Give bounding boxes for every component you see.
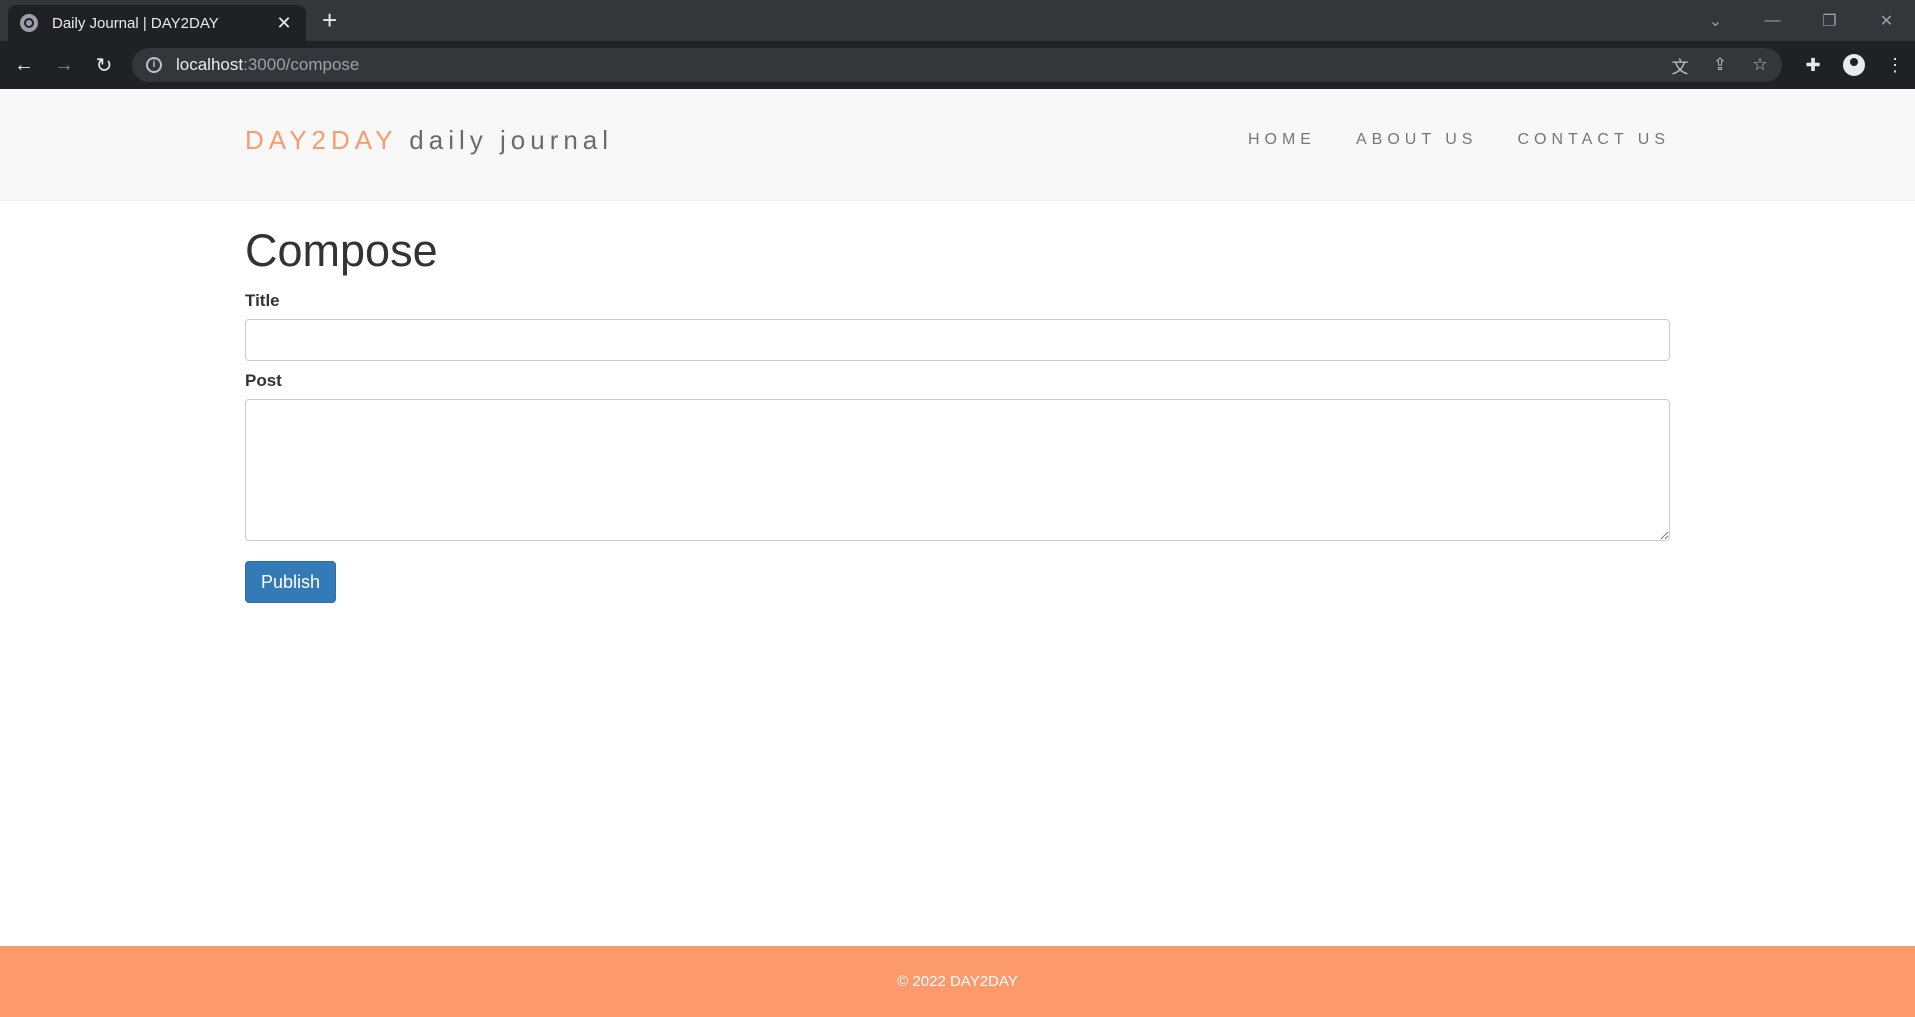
share-icon[interactable]: ⇪ (1710, 55, 1730, 75)
back-icon[interactable]: ← (4, 54, 44, 77)
window-controls: ⌄ — ❐ ✕ (1687, 0, 1915, 41)
brand-tagline: daily journal (409, 125, 614, 155)
post-textarea[interactable] (245, 399, 1670, 541)
restore-icon[interactable]: ❐ (1801, 11, 1858, 31)
page-title: Compose (245, 225, 438, 276)
nav-link-contact-us[interactable]: CONTACT US (1517, 131, 1670, 149)
url-path: :3000/compose (243, 55, 360, 74)
title-input[interactable] (245, 319, 1670, 361)
profile-avatar-icon[interactable] (1843, 54, 1865, 76)
tab-title: Daily Journal | DAY2DAY (52, 14, 219, 32)
web-page: DAY2DAY daily journal HOME ABOUT US CONT… (0, 89, 1915, 1017)
post-label: Post (245, 371, 282, 390)
browser-tab[interactable]: Daily Journal | DAY2DAY ✕ (8, 5, 306, 41)
site-info-icon[interactable]: i (146, 57, 162, 73)
close-window-icon[interactable]: ✕ (1858, 11, 1915, 31)
nav-links: HOME ABOUT US CONTACT US (1248, 131, 1670, 149)
tab-search-icon[interactable]: ⌄ (1687, 11, 1744, 31)
globe-icon (20, 14, 38, 32)
url-host: localhost (176, 55, 244, 74)
nav-link-home[interactable]: HOME (1248, 131, 1316, 149)
address-bar[interactable]: i localhost:3000/compose 文 ⇪ ☆ (132, 48, 1782, 82)
publish-button[interactable]: Publish (245, 561, 337, 603)
new-tab-icon[interactable]: + (322, 7, 337, 33)
title-label: Title (245, 291, 280, 310)
browser-tab-strip: Daily Journal | DAY2DAY ✕ + ⌄ — ❐ ✕ (0, 0, 1915, 41)
site-footer: © 2022 DAY2DAY (0, 946, 1915, 1017)
translate-icon[interactable]: 文 (1670, 53, 1690, 78)
reload-icon[interactable]: ↻ (84, 53, 124, 78)
toolbar-right: ✚ ⋮ (1801, 41, 1907, 89)
brand-logo[interactable]: DAY2DAY daily journal (245, 125, 613, 156)
browser-toolbar: ← → ↻ i localhost:3000/compose 文 ⇪ ☆ ✚ ⋮ (0, 41, 1915, 89)
close-tab-icon[interactable]: ✕ (274, 13, 294, 34)
site-navbar: DAY2DAY daily journal HOME ABOUT US CONT… (0, 89, 1915, 201)
footer-copyright: © 2022 DAY2DAY (897, 973, 1018, 990)
address-bar-actions: 文 ⇪ ☆ (1670, 48, 1770, 82)
forward-icon[interactable]: → (44, 54, 84, 77)
extensions-icon[interactable]: ✚ (1801, 55, 1825, 76)
brand-name: DAY2DAY (245, 125, 398, 155)
minimize-icon[interactable]: — (1744, 12, 1801, 30)
compose-form: Compose Title Post Publish (245, 201, 1670, 603)
bookmark-star-icon[interactable]: ☆ (1750, 55, 1770, 75)
menu-kebab-icon[interactable]: ⋮ (1883, 55, 1907, 76)
nav-link-about-us[interactable]: ABOUT US (1356, 131, 1478, 149)
